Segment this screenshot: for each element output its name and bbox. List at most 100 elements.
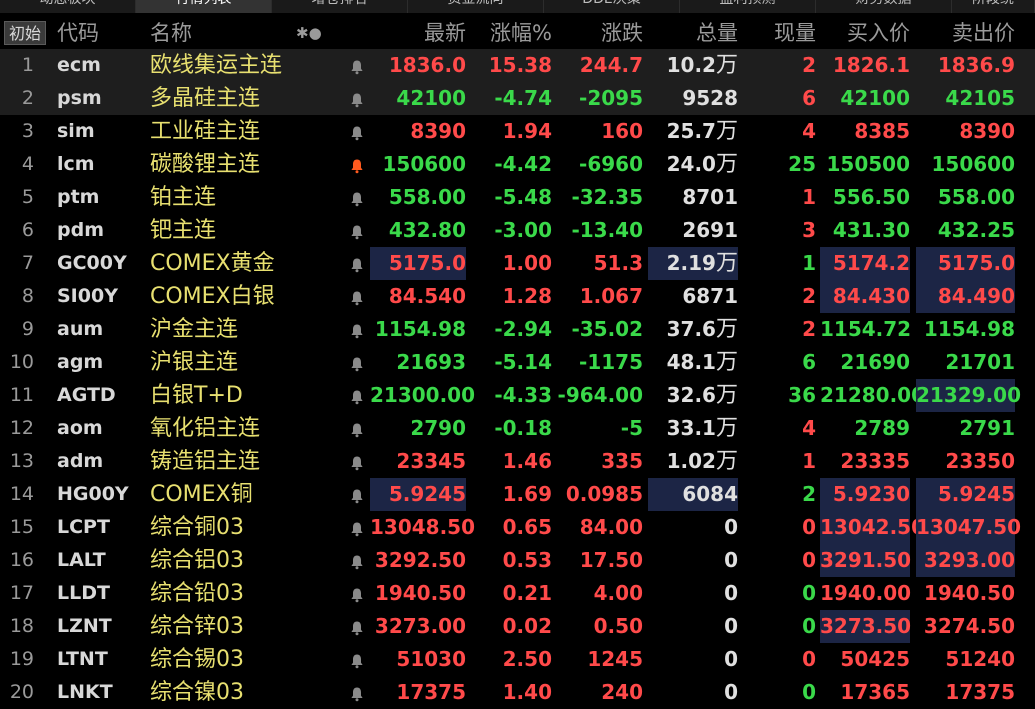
bell-icon[interactable] [346,247,368,280]
bell-icon[interactable] [346,445,368,478]
col-header-vol[interactable]: 总量 [648,17,738,49]
row-number: 3 [21,120,34,142]
row-number: 1 [21,54,34,76]
symbol-name: 钯主连 [150,218,217,243]
bell-icon[interactable] [346,610,368,643]
symbol-name: 综合铅03 [150,581,244,606]
table-row[interactable]: 4 lcm 碳酸锂主连 150600 -4.42 -6960 24.0万 25 150500 15… [0,148,1035,181]
change-percent: 1.00 [502,251,552,275]
tab-6[interactable]: 财务数据 [816,0,952,13]
volume-value: 32.6 [666,383,716,407]
change-percent: -4.74 [494,86,552,110]
tab-4[interactable]: DDE决策 [544,0,680,13]
tab-7[interactable]: 阶段统 [952,0,1035,13]
bell-icon[interactable] [346,577,368,610]
ask-price: 558.00 [937,185,1015,209]
bell-icon[interactable] [346,544,368,577]
table-row[interactable]: 20 LNKT 综合镍03 17375 1.40 240 0 0 17365 17375 [0,676,1035,709]
bell-icon[interactable] [346,511,368,544]
tab-0[interactable]: 动态板块 [0,0,136,13]
tab-1[interactable]: 行情列表 [136,0,272,13]
ask-price: 42105 [945,86,1015,110]
col-header-chg[interactable]: 涨跌 [556,17,643,49]
bid-price: 556.50 [832,185,910,209]
symbol-code: LALT [57,549,106,571]
symbol-name: 铂主连 [150,185,217,210]
table-row[interactable]: 16 LALT 综合铝03 3292.50 0.53 17.50 0 0 3291.50 3293… [0,544,1035,577]
table-row[interactable]: 17 LLDT 综合铅03 1940.50 0.21 4.00 0 0 1940.00 1940.… [0,577,1035,610]
bell-icon[interactable] [346,49,368,82]
tab-5[interactable]: 盈利预测 [680,0,816,13]
row-number: 16 [9,549,34,571]
table-row[interactable]: 13 adm 铸造铝主连 23345 1.46 335 1.02万 1 23335 23350 [0,445,1035,478]
table-row[interactable]: 15 LCPT 综合铜03 13048.50 0.65 84.00 0 0 13042.50 13… [0,511,1035,544]
bell-icon[interactable] [346,676,368,709]
bell-icon[interactable] [346,181,368,214]
symbol-code: pdm [57,219,104,241]
total-volume: 48.1万 [648,346,738,379]
bell-icon[interactable] [346,643,368,676]
symbol-code: sim [57,120,95,142]
volume-value: 0 [724,647,738,671]
current-volume: 36 [788,383,816,407]
table-row[interactable]: 12 aom 氧化铝主连 2790 -0.18 -5 33.1万 4 2789 2791 [0,412,1035,445]
table-row[interactable]: 3 sim 工业硅主连 8390 1.94 160 25.7万 4 8385 8390 [0,115,1035,148]
col-header-name[interactable]: 名称 [150,17,192,49]
table-row[interactable]: 1 ecm 欧线集运主连 1836.0 15.38 244.7 10.2万 2 1826.1 18… [0,49,1035,82]
table-row[interactable]: 10 agm 沪银主连 21693 -5.14 -1175 48.1万 6 21690 21701 [0,346,1035,379]
bid-price: 21690 [840,350,910,374]
row-number: 8 [21,285,34,307]
col-header-last[interactable]: 最新 [370,17,466,49]
total-volume: 1.02万 [648,445,738,478]
volume-value: 0 [724,614,738,638]
init-button[interactable]: 初始 [4,21,47,45]
bell-icon[interactable] [346,115,368,148]
symbol-name: COMEX黄金 [150,251,275,276]
table-row[interactable]: 2 psm 多晶硅主连 42100 -4.74 -2095 9528 6 42100 42105 [0,82,1035,115]
star-dot-icon[interactable]: ✱● [296,17,322,49]
bell-icon[interactable] [346,379,368,412]
bell-icon[interactable] [346,346,368,379]
tab-3[interactable]: 资金流向 [408,0,544,13]
bell-icon[interactable] [346,82,368,115]
bell-icon[interactable] [346,280,368,313]
table-row[interactable]: 7 GC00Y COMEX黄金 5175.0 1.00 51.3 2.19万 1 5174.2 5… [0,247,1035,280]
table-row[interactable]: 5 ptm 铂主连 558.00 -5.48 -32.35 8701 1 556.50 558.0… [0,181,1035,214]
bell-icon[interactable] [346,313,368,346]
col-header-cur[interactable]: 现量 [742,17,816,49]
last-price: 8390 [410,119,466,143]
table-row[interactable]: 6 pdm 钯主连 432.80 -3.00 -13.40 2691 3 431.30 432.2… [0,214,1035,247]
row-number: 6 [21,219,34,241]
bid-price: 8385 [854,119,910,143]
symbol-name: 沪金主连 [150,317,239,342]
change-percent: 0.65 [502,515,552,539]
ask-price: 3274.50 [923,614,1015,638]
bell-icon[interactable] [346,478,368,511]
table-row[interactable]: 9 aum 沪金主连 1154.98 -2.94 -35.02 37.6万 2 1154.72 1… [0,313,1035,346]
volume-unit: 万 [715,449,738,474]
col-header-pct[interactable]: 涨幅% [472,17,552,49]
table-row[interactable]: 18 LZNT 综合锌03 3273.00 0.02 0.50 0 0 3273.50 3274.… [0,610,1035,643]
symbol-name: 沪银主连 [150,350,239,375]
symbol-code: SI00Y [57,285,118,307]
col-header-bid[interactable]: 买入价 [820,17,910,49]
symbol-name: 铸造铝主连 [150,449,261,474]
symbol-name: 工业硅主连 [150,119,261,144]
change-value: 335 [601,449,643,473]
col-header-code[interactable]: 代码 [57,17,99,49]
col-header-ask[interactable]: 卖出价 [916,17,1015,49]
table-row[interactable]: 14 HG00Y COMEX铜 5.9245 1.69 0.0985 6084 2 5.9230… [0,478,1035,511]
total-volume: 10.2万 [648,49,738,82]
last-price: 5175.0 [370,247,466,280]
last-price: 1154.98 [374,317,466,341]
bell-icon[interactable] [346,214,368,247]
bell-icon[interactable] [346,148,368,181]
change-value: 84.00 [579,515,643,539]
tab-2[interactable]: 增仓排名 [272,0,408,13]
table-row[interactable]: 11 AGTD 白银T+D 21300.00 -4.33 -964.00 32.6万 36 21… [0,379,1035,412]
table-row[interactable]: 19 LTNT 综合锡03 51030 2.50 1245 0 0 50425 51240 [0,643,1035,676]
table-row[interactable]: 8 SI00Y COMEX白银 84.540 1.28 1.067 6871 2 84.430 8… [0,280,1035,313]
current-volume: 2 [802,284,816,308]
bell-icon[interactable] [346,412,368,445]
ask-price: 3293.00 [916,544,1015,577]
